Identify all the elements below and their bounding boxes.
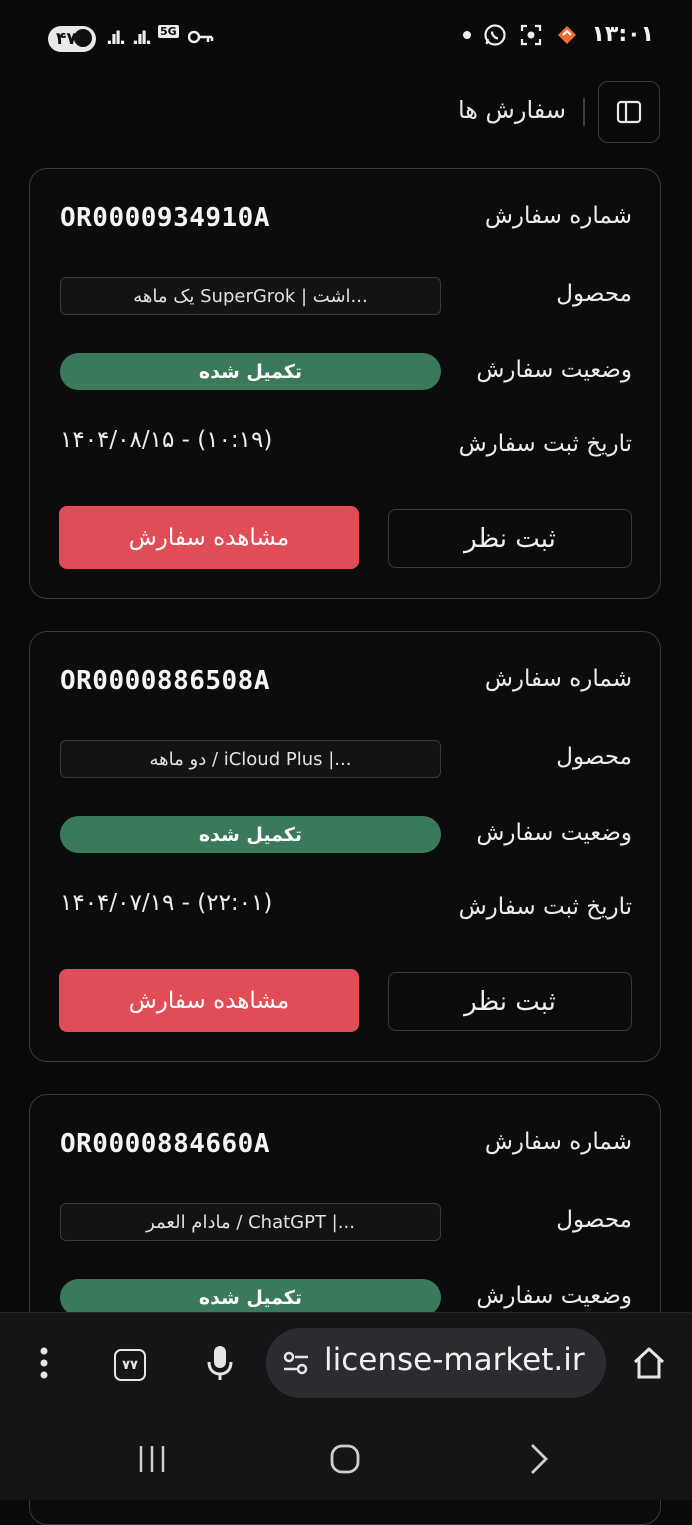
order-card: شماره سفارش OR0000934910A محصول یک ماهه … (29, 168, 661, 599)
home-icon[interactable] (630, 1343, 668, 1383)
signal-icon: .ıl. (106, 28, 126, 49)
order-card: شماره سفارش OR0000886508A محصول دو ماهه … (29, 631, 661, 1062)
order-number: OR0000884660A (60, 1129, 270, 1159)
status-badge: تکمیل شده (60, 816, 441, 853)
charging-icon (74, 29, 92, 47)
view-order-button[interactable]: مشاهده سفارش (59, 969, 359, 1032)
system-nav-bar (0, 1412, 692, 1500)
app-notification-icon (555, 23, 579, 47)
status-badge: تکمیل شده (60, 353, 441, 390)
notification-dot (463, 30, 472, 39)
status-bar: ۴۷ .ıl. .ıl. 5G ۱۳:۰۱ (0, 0, 692, 76)
recent-apps-icon[interactable] (132, 1442, 172, 1476)
signal-icon-2: .ıl. (132, 28, 152, 49)
order-number-label: شماره سفارش (484, 666, 632, 692)
screenshot-icon (519, 23, 543, 47)
url-text: license-market.ir (324, 1342, 585, 1378)
vpn-key-icon (187, 27, 214, 51)
product-label: محصول (556, 744, 632, 770)
order-number: OR0000886508A (60, 666, 270, 696)
sidebar-toggle-button[interactable] (598, 81, 660, 143)
product-name: مادام العمر / ChatGPT |... (60, 1203, 441, 1241)
order-date-label: تاریخ ثبت سفارش (458, 894, 632, 920)
address-bar[interactable]: license-market.ir (266, 1328, 606, 1398)
tabs-button[interactable]: ۷۷ (114, 1349, 146, 1381)
order-number-label: شماره سفارش (484, 1129, 632, 1155)
app-header: سفارش ها (0, 76, 692, 156)
order-date: ۱۴۰۴/۰۸/۱۵ - (۱۰:۱۹) (60, 427, 273, 453)
clock: ۱۳:۰۱ (591, 22, 654, 47)
more-options-icon[interactable] (30, 1345, 58, 1381)
view-order-button[interactable]: مشاهده سفارش (59, 506, 359, 569)
order-date: ۱۴۰۴/۰۷/۱۹ - (۲۲:۰۱) (60, 890, 273, 916)
submit-review-button[interactable]: ثبت نظر (388, 972, 632, 1031)
page-title: سفارش ها (457, 96, 566, 124)
order-number: OR0000934910A (60, 203, 270, 233)
order-status-label: وضعیت سفارش (476, 820, 632, 846)
browser-toolbar: ۷۷ license-market.ir (0, 1312, 692, 1413)
network-type: 5G (158, 25, 179, 38)
site-settings-icon[interactable] (282, 1350, 310, 1380)
status-badge: تکمیل شده (60, 1279, 441, 1316)
order-status-label: وضعیت سفارش (476, 357, 632, 383)
microphone-icon[interactable] (202, 1343, 238, 1383)
product-name: یک ماهه SuperGrok | اشت... (60, 277, 441, 315)
sidebar-icon (616, 100, 642, 124)
header-divider (583, 98, 585, 126)
order-status-label: وضعیت سفارش (476, 1283, 632, 1309)
battery-indicator: ۴۷ (48, 26, 96, 52)
whatsapp-icon (483, 23, 507, 47)
submit-review-button[interactable]: ثبت نظر (388, 509, 632, 568)
status-right: ۱۳:۰۱ (463, 22, 654, 47)
home-button-icon[interactable] (326, 1440, 364, 1478)
order-number-label: شماره سفارش (484, 203, 632, 229)
back-icon[interactable] (524, 1440, 554, 1478)
product-label: محصول (556, 1207, 632, 1233)
product-label: محصول (556, 281, 632, 307)
product-name: دو ماهه / iCloud Plus |... (60, 740, 441, 778)
order-date-label: تاریخ ثبت سفارش (458, 431, 632, 457)
